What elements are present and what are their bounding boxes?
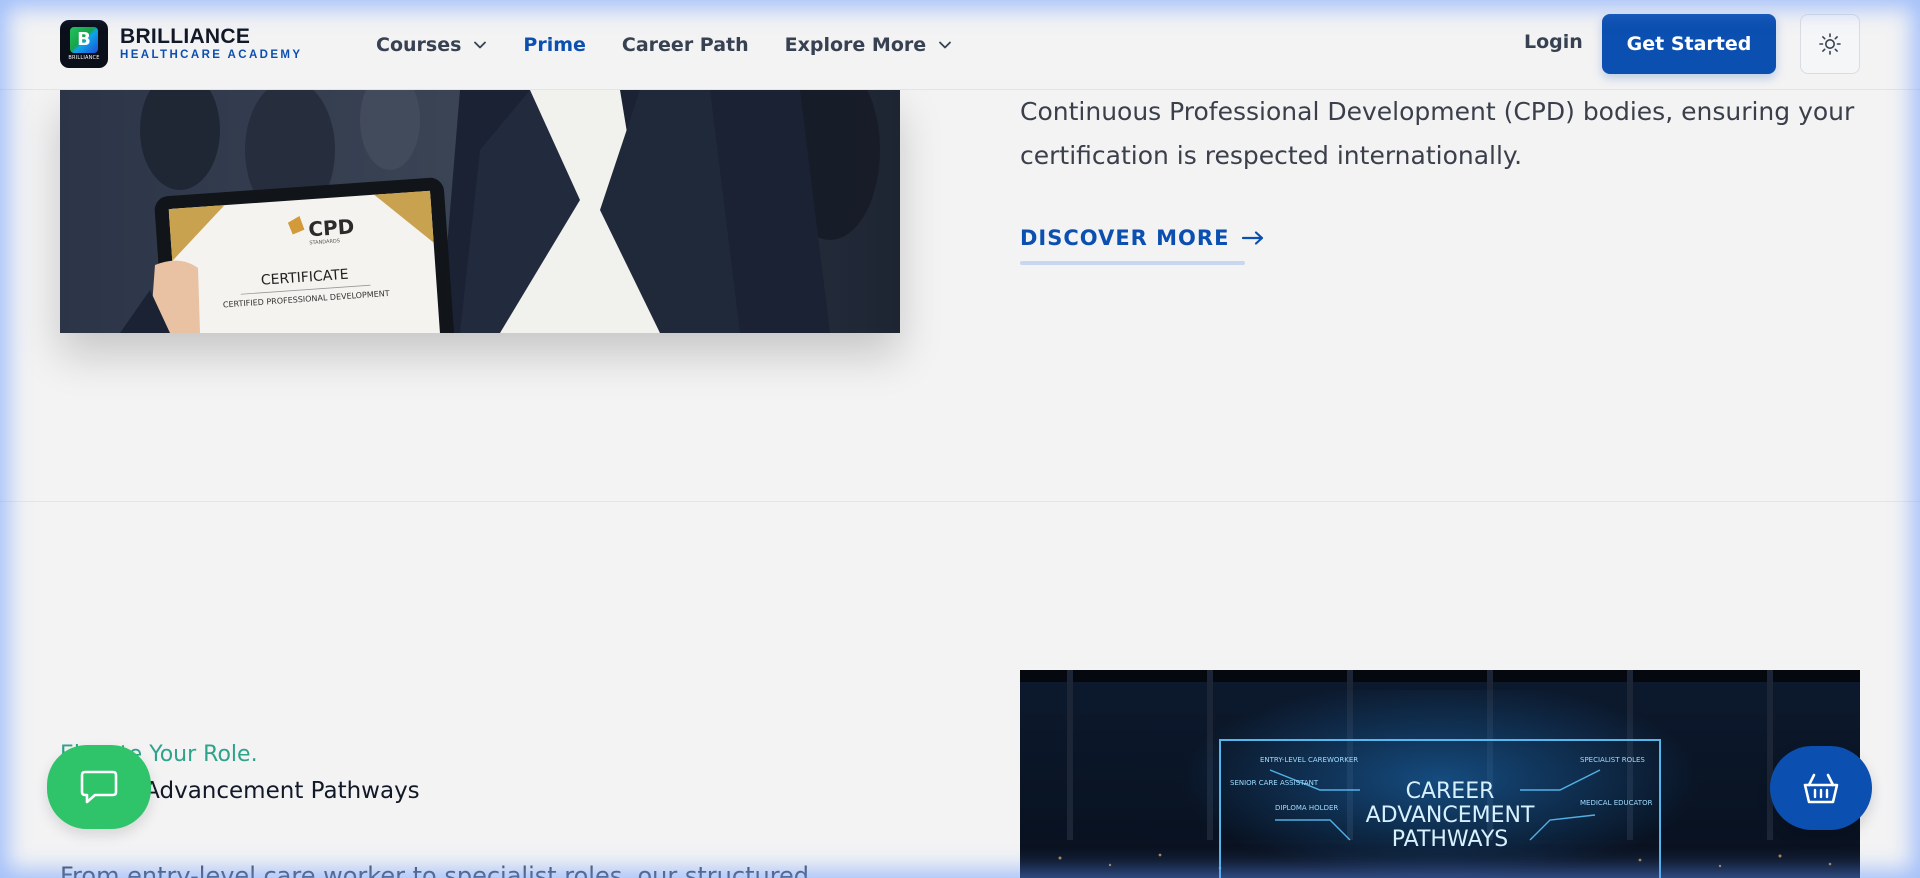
nav-item-label: Career Path — [621, 34, 749, 56]
logo-mark: B BRILLIANCE — [60, 20, 108, 68]
site-header: B BRILLIANCE BRILLIANCE HEALTHCARE ACADE… — [0, 0, 1920, 90]
section-divider — [0, 501, 1920, 502]
career-label: MEDICAL EDUCATOR — [1580, 799, 1653, 807]
discover-more-link[interactable]: DISCOVER MORE — [1020, 226, 1265, 250]
discover-more-underline — [1020, 261, 1245, 265]
brand-subtitle: HEALTHCARE ACADEMY — [120, 49, 303, 61]
theme-toggle-button[interactable] — [1800, 14, 1860, 74]
discover-more-label: DISCOVER MORE — [1020, 226, 1230, 250]
nav-item-label: Courses — [376, 34, 462, 56]
nav-item-explore-more[interactable]: Explore More — [785, 34, 953, 56]
nav-item-career-path[interactable]: Career Path — [622, 34, 749, 56]
career-headline: PATHWAYS — [1392, 827, 1508, 852]
career-headline: CAREER — [1406, 779, 1495, 804]
cpd-illustration: CPD STANDARDS CERTIFICATE CERTIFIED PROF… — [60, 90, 900, 333]
chevron-down-icon — [474, 41, 487, 49]
chat-button[interactable] — [47, 745, 151, 829]
nav-item-prime[interactable]: Prime — [523, 34, 586, 56]
get-started-button[interactable]: Get Started — [1602, 14, 1776, 74]
cpd-certificate-image: CPD STANDARDS CERTIFICATE CERTIFIED PROF… — [60, 90, 900, 333]
cart-button[interactable] — [1770, 746, 1872, 830]
cpd-description: Continuous Professional Development (CPD… — [1020, 97, 1855, 170]
chat-bubble-icon — [80, 770, 118, 804]
logo-caption: BRILLIANCE — [68, 55, 100, 61]
career-label: SPECIALIST ROLES — [1580, 756, 1645, 764]
logo-letter: B — [70, 27, 98, 53]
brand-logo[interactable]: B BRILLIANCE BRILLIANCE HEALTHCARE ACADE… — [60, 20, 302, 68]
sun-icon — [1819, 33, 1841, 55]
nav-item-courses[interactable]: Courses — [376, 34, 487, 56]
career-label: DIPLOMA HOLDER — [1275, 804, 1338, 812]
career-label: SENIOR CARE ASSISTANT — [1230, 779, 1319, 787]
nav-item-label: Explore More — [784, 34, 927, 56]
nav-item-label: Prime — [523, 34, 586, 56]
career-description: From entry-level care worker to speciali… — [60, 862, 810, 878]
career-headline: ADVANCEMENT — [1366, 803, 1535, 828]
basket-icon — [1803, 773, 1839, 804]
main-nav: Courses Prime Career Path Explore More — [376, 0, 988, 90]
career-illustration: ENTRY-LEVEL CAREWORKER SPECIALIST ROLES … — [1020, 670, 1860, 878]
svg-text:CPD: CPD — [308, 214, 355, 241]
career-pathways-image: ENTRY-LEVEL CAREWORKER SPECIALIST ROLES … — [1020, 670, 1860, 878]
brand-title: BRILLIANCE — [120, 25, 251, 48]
career-label: ENTRY-LEVEL CAREWORKER — [1260, 756, 1358, 764]
login-link[interactable]: Login — [1524, 31, 1583, 53]
arrow-right-icon — [1242, 231, 1264, 245]
chevron-down-icon — [939, 41, 952, 49]
